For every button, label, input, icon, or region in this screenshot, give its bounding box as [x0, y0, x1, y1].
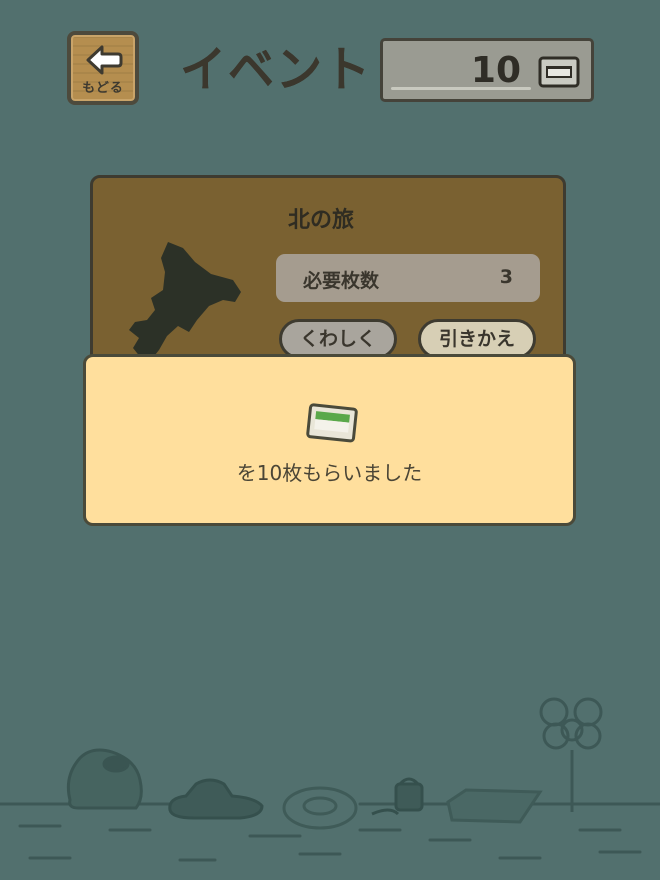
- reward-dialog[interactable]: を10枚もらいました: [83, 354, 576, 526]
- back-label: もどる: [82, 81, 124, 96]
- hokkaido-map-icon: [129, 242, 241, 360]
- green-ticket-icon: [306, 403, 358, 443]
- exchange-button[interactable]: 引きかえ: [418, 319, 536, 359]
- map-sheet-icon: [446, 788, 543, 824]
- back-button[interactable]: もどる: [67, 31, 139, 105]
- clover-icon: [539, 697, 603, 812]
- required-label: 必要枚数: [303, 270, 380, 292]
- event-title: 北の旅: [288, 208, 355, 233]
- lantern-icon: [371, 777, 424, 816]
- reward-message: を10枚もらいました: [236, 461, 423, 485]
- required-value: 3: [499, 266, 513, 288]
- ticket-counter: 10: [380, 38, 594, 102]
- frog-icon: [66, 748, 143, 810]
- ticket-icon: [538, 56, 580, 88]
- details-button[interactable]: くわしく: [279, 319, 397, 359]
- ticket-count: 10: [470, 50, 521, 91]
- plate-icon: [282, 786, 358, 830]
- back-arrow-icon: [86, 45, 123, 75]
- hat-icon: [168, 778, 264, 820]
- ground-scene: [0, 697, 660, 862]
- page-title: イベント: [180, 40, 372, 98]
- required-count-box: 必要枚数 3: [276, 254, 540, 302]
